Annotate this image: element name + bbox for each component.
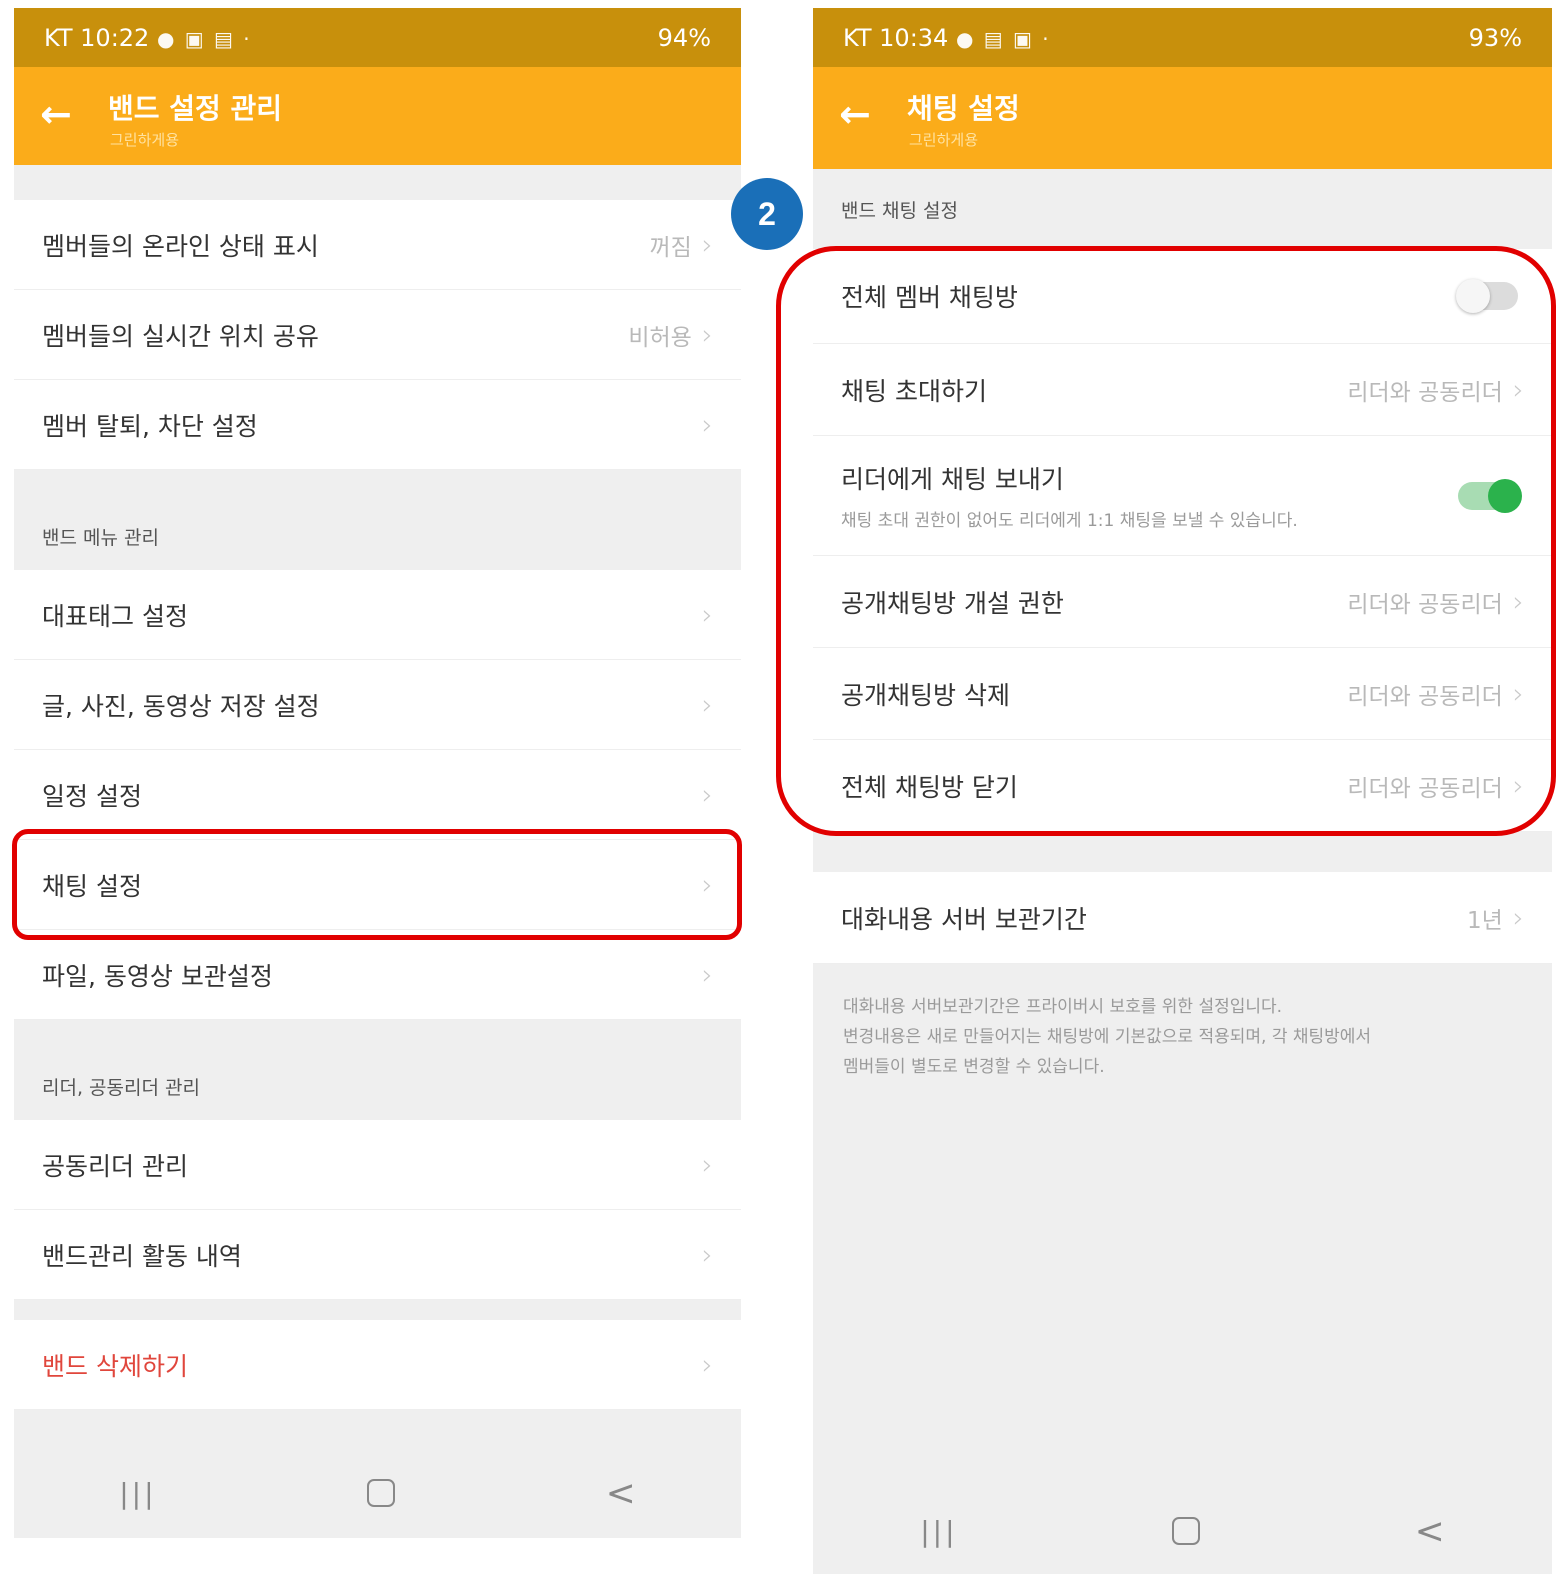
- send-to-leader-toggle[interactable]: [1458, 478, 1522, 513]
- chevron-right-icon: ›: [701, 958, 713, 991]
- all-member-chat-row: 전체 멤버 채팅방: [813, 249, 1552, 344]
- page-subtitle: 그린하게용: [909, 131, 979, 149]
- settings-group-menu: 대표태그 설정 › 글, 사진, 동영상 저장 설정 › 일정 설정 › 채팅 …: [14, 570, 741, 1020]
- danger-group: 밴드 삭제하기 ›: [14, 1320, 741, 1410]
- section-header-chat: 밴드 채팅 설정: [813, 169, 1552, 249]
- settings-group-members: 멤버들의 온라인 상태 표시 꺼짐 › 멤버들의 실시간 위치 공유 비허용 ›…: [14, 200, 741, 470]
- chevron-right-icon: ›: [1512, 677, 1524, 710]
- battery-level: 94%: [657, 23, 711, 52]
- online-status-row[interactable]: 멤버들의 온라인 상태 표시 꺼짐 ›: [14, 200, 741, 290]
- back-arrow-icon[interactable]: ←: [40, 89, 72, 139]
- row-value: 리더와 공동리더: [1347, 591, 1503, 618]
- system-nav-bar: ||| <: [813, 1496, 1552, 1566]
- home-icon[interactable]: [367, 1479, 396, 1507]
- row-label: 채팅 설정: [42, 871, 142, 901]
- retention-footnote: 대화내용 서버보관기간은 프라이버시 보호를 위한 설정입니다. 변경내용은 새…: [843, 997, 1372, 1077]
- media-save-settings-row[interactable]: 글, 사진, 동영상 저장 설정 ›: [14, 660, 741, 750]
- notification-icons: ● ▤ ▣ ·: [955, 26, 1051, 51]
- chevron-right-icon: ›: [1512, 901, 1524, 934]
- location-share-row[interactable]: 멤버들의 실시간 위치 공유 비허용 ›: [14, 290, 741, 380]
- left-screen: KT 10:22 ● ▣ ▤ · 94% ← 밴드 설정 관리 그린하게용 멤버…: [14, 8, 741, 1538]
- chevron-right-icon: ›: [701, 598, 713, 631]
- page-title: 밴드 설정 관리: [108, 92, 283, 125]
- chat-settings-row[interactable]: 채팅 설정 ›: [14, 840, 741, 930]
- open-chat-create-row[interactable]: 공개채팅방 개설 권한 리더와 공동리더 ›: [813, 556, 1552, 648]
- row-label: 멤버 탈퇴, 차단 설정: [42, 411, 258, 441]
- delete-band-row[interactable]: 밴드 삭제하기 ›: [14, 1320, 741, 1410]
- schedule-settings-row[interactable]: 일정 설정 ›: [14, 750, 741, 840]
- home-icon[interactable]: [1172, 1517, 1201, 1545]
- row-value: 리더와 공동리더: [1347, 683, 1503, 710]
- status-time: KT 10:22: [44, 23, 150, 52]
- status-bar: KT 10:22 ● ▣ ▤ · 94%: [14, 8, 741, 67]
- app-bar: ← 채팅 설정 그린하게용: [813, 67, 1552, 169]
- row-label: 전체 채팅방 닫기: [841, 772, 1018, 802]
- row-label: 멤버들의 온라인 상태 표시: [42, 231, 319, 261]
- chevron-right-icon: ›: [701, 688, 713, 721]
- row-label: 공개채팅방 개설 권한: [841, 588, 1064, 618]
- tag-settings-row[interactable]: 대표태그 설정 ›: [14, 570, 741, 660]
- section-header-menu: 밴드 메뉴 관리: [14, 470, 741, 570]
- chevron-right-icon: ›: [701, 1148, 713, 1181]
- system-nav-bar: ||| <: [14, 1458, 741, 1528]
- chat-settings-group: 전체 멤버 채팅방 채팅 초대하기 리더와 공동리더 › 리더에게 채팅 보내기…: [813, 249, 1552, 832]
- battery-level: 93%: [1468, 23, 1522, 52]
- row-value: 리더와 공동리더: [1347, 379, 1503, 406]
- settings-group-leader: 공동리더 관리 › 밴드관리 활동 내역 ›: [14, 1120, 741, 1300]
- row-value: 리더와 공동리더: [1347, 775, 1503, 802]
- chevron-right-icon: ›: [701, 408, 713, 441]
- close-all-chat-row[interactable]: 전체 채팅방 닫기 리더와 공동리더 ›: [813, 740, 1552, 832]
- row-label: 멤버들의 실시간 위치 공유: [42, 321, 319, 351]
- file-video-storage-row[interactable]: 파일, 동영상 보관설정 ›: [14, 930, 741, 1020]
- right-screen: KT 10:34 ● ▤ ▣ · 93% ← 채팅 설정 그린하게용 밴드 채팅…: [813, 8, 1552, 1574]
- row-label: 글, 사진, 동영상 저장 설정: [42, 691, 320, 721]
- retention-group: 대화내용 서버 보관기간 1년 ›: [813, 872, 1552, 964]
- app-bar: ← 밴드 설정 관리 그린하게용: [14, 67, 741, 165]
- row-label: 공동리더 관리: [42, 1151, 188, 1181]
- chevron-right-icon: ›: [1512, 585, 1524, 618]
- row-value: 꺼짐: [649, 234, 692, 261]
- row-label: 대표태그 설정: [42, 601, 188, 631]
- co-leader-manage-row[interactable]: 공동리더 관리 ›: [14, 1120, 741, 1210]
- row-description: 채팅 초대 권한이 없어도 리더에게 1:1 채팅을 보낼 수 있습니다.: [841, 511, 1298, 531]
- chevron-right-icon: ›: [701, 868, 713, 901]
- row-label: 공개채팅방 삭제: [841, 680, 1010, 710]
- row-label: 전체 멤버 채팅방: [841, 283, 1018, 312]
- delete-band-label: 밴드 삭제하기: [42, 1351, 188, 1381]
- notification-icons: ● ▣ ▤ ·: [156, 26, 252, 51]
- chevron-right-icon: ›: [701, 318, 713, 351]
- row-value: 비허용: [628, 324, 692, 351]
- chevron-right-icon: ›: [1512, 373, 1524, 406]
- band-activity-log-row[interactable]: 밴드관리 활동 내역 ›: [14, 1210, 741, 1300]
- section-header-leader: 리더, 공동리더 관리: [14, 1020, 741, 1120]
- back-arrow-icon[interactable]: ←: [839, 89, 871, 139]
- chevron-right-icon: ›: [701, 778, 713, 811]
- step-badge: 2: [731, 178, 803, 250]
- chevron-right-icon: ›: [701, 228, 713, 261]
- member-leave-block-row[interactable]: 멤버 탈퇴, 차단 설정 ›: [14, 380, 741, 470]
- retention-period-row[interactable]: 대화내용 서버 보관기간 1년 ›: [813, 872, 1552, 964]
- status-time: KT 10:34: [843, 23, 949, 52]
- page-subtitle: 그린하게용: [110, 131, 180, 149]
- invite-chat-row[interactable]: 채팅 초대하기 리더와 공동리더 ›: [813, 344, 1552, 436]
- row-label: 리더에게 채팅 보내기: [841, 465, 1064, 494]
- row-label: 밴드관리 활동 내역: [42, 1241, 242, 1271]
- page-title: 채팅 설정: [907, 92, 1020, 125]
- row-label: 대화내용 서버 보관기간: [841, 904, 1087, 934]
- row-label: 채팅 초대하기: [841, 376, 987, 406]
- all-member-chat-toggle[interactable]: [1456, 279, 1518, 313]
- row-value: 1년: [1467, 907, 1503, 934]
- status-bar: KT 10:34 ● ▤ ▣ · 93%: [813, 8, 1552, 67]
- back-icon[interactable]: <: [1415, 1511, 1445, 1552]
- row-label: 일정 설정: [42, 781, 142, 811]
- recent-apps-icon[interactable]: |||: [920, 1515, 957, 1548]
- row-label: 파일, 동영상 보관설정: [42, 961, 273, 991]
- chevron-right-icon: ›: [701, 1238, 713, 1271]
- chevron-right-icon: ›: [1512, 769, 1524, 802]
- open-chat-delete-row[interactable]: 공개채팅방 삭제 리더와 공동리더 ›: [813, 648, 1552, 740]
- send-to-leader-row: 리더에게 채팅 보내기 채팅 초대 권한이 없어도 리더에게 1:1 채팅을 보…: [813, 436, 1552, 556]
- chevron-right-icon: ›: [701, 1348, 713, 1381]
- back-icon[interactable]: <: [606, 1473, 636, 1514]
- recent-apps-icon[interactable]: |||: [119, 1477, 156, 1510]
